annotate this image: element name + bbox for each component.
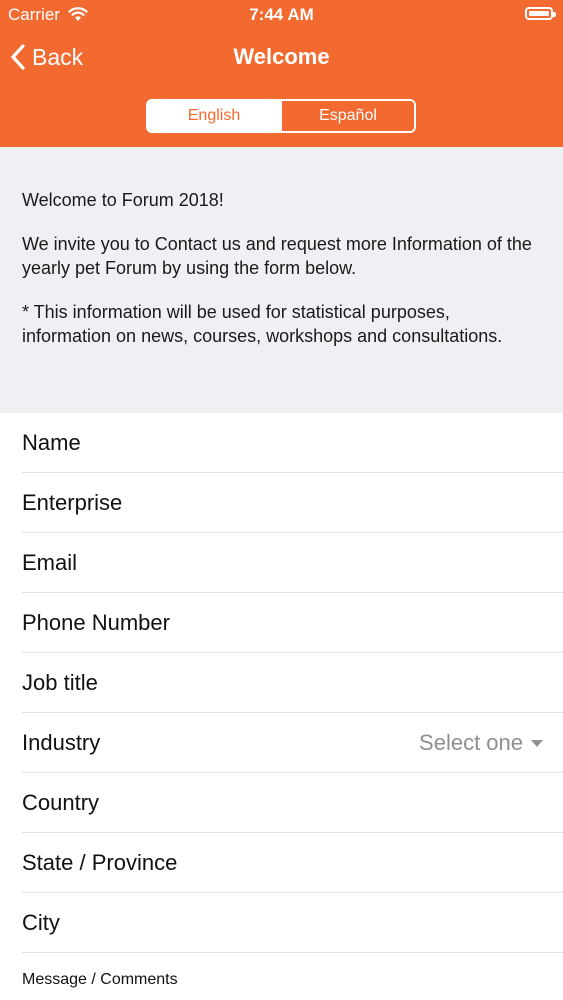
industry-field: Industry Select one bbox=[0, 713, 563, 773]
name-field[interactable]: Name bbox=[0, 413, 563, 473]
industry-label: Industry bbox=[22, 730, 101, 755]
phone-number-label: Phone Number bbox=[22, 610, 170, 635]
message-comments-label: Message / Comments bbox=[22, 971, 178, 988]
industry-select-value: Select one bbox=[419, 730, 523, 755]
nav-header: Carrier 7:44 AM Back Welcome English Esp… bbox=[0, 0, 563, 147]
city-field[interactable]: City bbox=[0, 893, 563, 953]
enterprise-label: Enterprise bbox=[22, 490, 123, 515]
battery-icon bbox=[525, 7, 556, 20]
intro-welcome-text: Welcome to Forum 2018! bbox=[22, 190, 224, 210]
job-title-label: Job title bbox=[22, 670, 98, 695]
segment-espanol[interactable]: Español bbox=[280, 101, 414, 131]
phone-number-field[interactable]: Phone Number bbox=[0, 593, 563, 653]
language-segmented-control: English Español bbox=[146, 99, 416, 133]
status-bar: Carrier 7:44 AM bbox=[0, 0, 563, 30]
state-province-field[interactable]: State / Province bbox=[0, 833, 563, 893]
clock-time: 7:44 AM bbox=[249, 5, 314, 24]
enterprise-field[interactable]: Enterprise bbox=[0, 473, 563, 533]
intro-invite-text: We invite you to Contact us and request … bbox=[22, 234, 532, 278]
page-title: Welcome bbox=[233, 44, 330, 69]
country-field[interactable]: Country bbox=[0, 773, 563, 833]
state-province-label: State / Province bbox=[22, 850, 178, 875]
country-label: Country bbox=[22, 790, 100, 815]
email-label: Email bbox=[22, 550, 78, 575]
industry-select[interactable]: Select one bbox=[419, 713, 543, 773]
job-title-field[interactable]: Job title bbox=[0, 653, 563, 713]
segment-english[interactable]: English bbox=[148, 101, 280, 131]
name-label: Name bbox=[22, 430, 81, 455]
intro-section: Welcome to Forum 2018! We invite you to … bbox=[0, 147, 563, 413]
intro-disclaimer-text: * This information will be used for stat… bbox=[22, 302, 503, 346]
city-label: City bbox=[22, 910, 60, 935]
contact-form: Name Enterprise Email Phone Number Job t… bbox=[0, 413, 563, 953]
caret-down-icon bbox=[531, 739, 543, 747]
email-field[interactable]: Email bbox=[0, 533, 563, 593]
